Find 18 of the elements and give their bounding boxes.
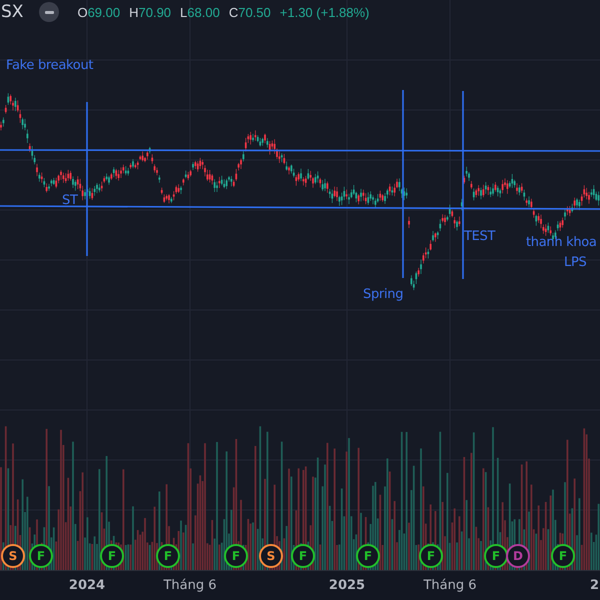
chart-annotation: Fake breakout xyxy=(6,58,94,73)
collapse-button[interactable] xyxy=(39,2,60,22)
time-axis-label: 2 xyxy=(590,578,600,593)
time-axis-label: 2025 xyxy=(328,578,366,593)
time-axis-label: Tháng 6 xyxy=(163,578,217,593)
ohlc-value: H70.90 xyxy=(129,4,172,20)
chart-annotation: TEST xyxy=(464,229,496,244)
chart-annotation: LPS xyxy=(564,255,586,270)
chart-annotation: ST xyxy=(62,193,78,208)
ohlc-value: O69.00 xyxy=(77,4,120,20)
chart-annotation: thanh khoa xyxy=(526,235,597,250)
ohlc-value: L68.00 xyxy=(180,4,220,20)
ohlc-value: C70.50 xyxy=(228,4,271,20)
price-change: +1.30 (+1.88%) xyxy=(280,4,370,20)
symbol-label: SX xyxy=(1,2,24,22)
time-axis-label: 2024 xyxy=(68,578,106,593)
time-axis-label: Tháng 6 xyxy=(423,578,477,593)
chart-annotation: Spring xyxy=(363,287,404,302)
